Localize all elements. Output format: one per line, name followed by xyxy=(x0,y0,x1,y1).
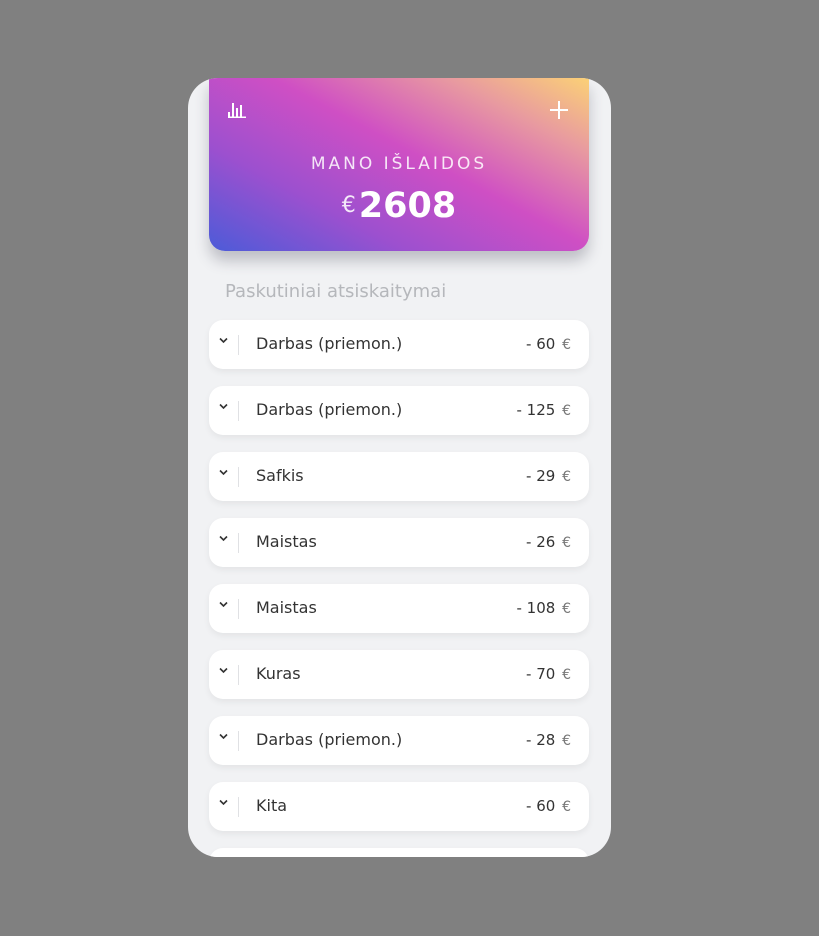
divider xyxy=(238,533,239,553)
divider xyxy=(238,467,239,487)
amount-value: - 108 xyxy=(516,599,556,617)
amount-currency: € xyxy=(562,469,571,485)
transaction-amount: - 108 € xyxy=(516,599,571,617)
page-title: MANO IŠLAIDOS xyxy=(310,154,488,174)
divider xyxy=(238,797,239,817)
transaction-name: Darbas (priemon.) xyxy=(256,400,403,419)
amount-value: - 26 xyxy=(526,533,556,551)
amount-currency: € xyxy=(562,403,571,419)
list-item[interactable]: Kuras - 70 € xyxy=(209,650,589,699)
chevron-down-icon[interactable] xyxy=(219,601,228,608)
transaction-amount: - 60 € xyxy=(526,335,571,353)
amount-value: - 29 xyxy=(526,467,556,485)
transaction-amount: - 29 € xyxy=(526,467,571,485)
chevron-down-icon[interactable] xyxy=(219,733,228,740)
amount-value: - 60 xyxy=(526,797,556,815)
amount-currency: € xyxy=(562,535,571,551)
amount-currency: € xyxy=(562,337,571,353)
transaction-list: Darbas (priemon.) - 60 € Darbas (priemon… xyxy=(209,320,589,857)
amount-currency: € xyxy=(562,667,571,683)
amount-currency: € xyxy=(562,733,571,749)
transaction-name: Maistas xyxy=(256,532,317,551)
amount-value: - 70 xyxy=(526,665,556,683)
list-item[interactable]: Darbas (priemon.) - 125 € xyxy=(209,386,589,435)
chevron-down-icon[interactable] xyxy=(219,799,228,806)
total-expenses: €2608 xyxy=(209,186,589,226)
chevron-down-icon[interactable] xyxy=(219,403,228,410)
divider xyxy=(238,731,239,751)
total-value: 2608 xyxy=(358,186,457,226)
list-item[interactable] xyxy=(209,848,589,857)
transaction-name: Safkis xyxy=(256,466,304,485)
list-item[interactable]: Maistas - 26 € xyxy=(209,518,589,567)
amount-currency: € xyxy=(562,601,571,617)
amount-currency: € xyxy=(562,799,571,815)
chevron-down-icon[interactable] xyxy=(219,535,228,542)
list-item[interactable]: Darbas (priemon.) - 60 € xyxy=(209,320,589,369)
chevron-down-icon[interactable] xyxy=(219,337,228,344)
transaction-amount: - 125 € xyxy=(516,401,571,419)
divider xyxy=(238,665,239,685)
list-item[interactable]: Darbas (priemon.) - 28 € xyxy=(209,716,589,765)
currency-symbol: € xyxy=(341,193,356,218)
list-item[interactable]: Maistas - 108 € xyxy=(209,584,589,633)
section-title: Paskutiniai atsiskaitymai xyxy=(225,281,447,302)
transaction-amount: - 70 € xyxy=(526,665,571,683)
transaction-name: Maistas xyxy=(256,598,317,617)
chevron-down-icon[interactable] xyxy=(219,469,228,476)
amount-value: - 28 xyxy=(526,731,556,749)
divider xyxy=(238,401,239,421)
transaction-amount: - 26 € xyxy=(526,533,571,551)
divider xyxy=(238,599,239,619)
transaction-name: Darbas (priemon.) xyxy=(256,334,403,353)
app-container: MANO IŠLAIDOS €2608 Paskutiniai atsiskai… xyxy=(188,78,611,857)
transaction-name: Kita xyxy=(256,796,288,815)
chevron-down-icon[interactable] xyxy=(219,667,228,674)
transaction-amount: - 60 € xyxy=(526,797,571,815)
transaction-name: Darbas (priemon.) xyxy=(256,730,403,749)
list-item[interactable]: Kita - 60 € xyxy=(209,782,589,831)
bar-chart-icon[interactable] xyxy=(228,100,246,118)
divider xyxy=(238,335,239,355)
transaction-name: Kuras xyxy=(256,664,301,683)
summary-card: MANO IŠLAIDOS €2608 xyxy=(209,78,589,251)
list-item[interactable]: Safkis - 29 € xyxy=(209,452,589,501)
amount-value: - 125 xyxy=(516,401,556,419)
transaction-amount: - 28 € xyxy=(526,731,571,749)
amount-value: - 60 xyxy=(526,335,556,353)
plus-icon[interactable] xyxy=(549,100,569,120)
